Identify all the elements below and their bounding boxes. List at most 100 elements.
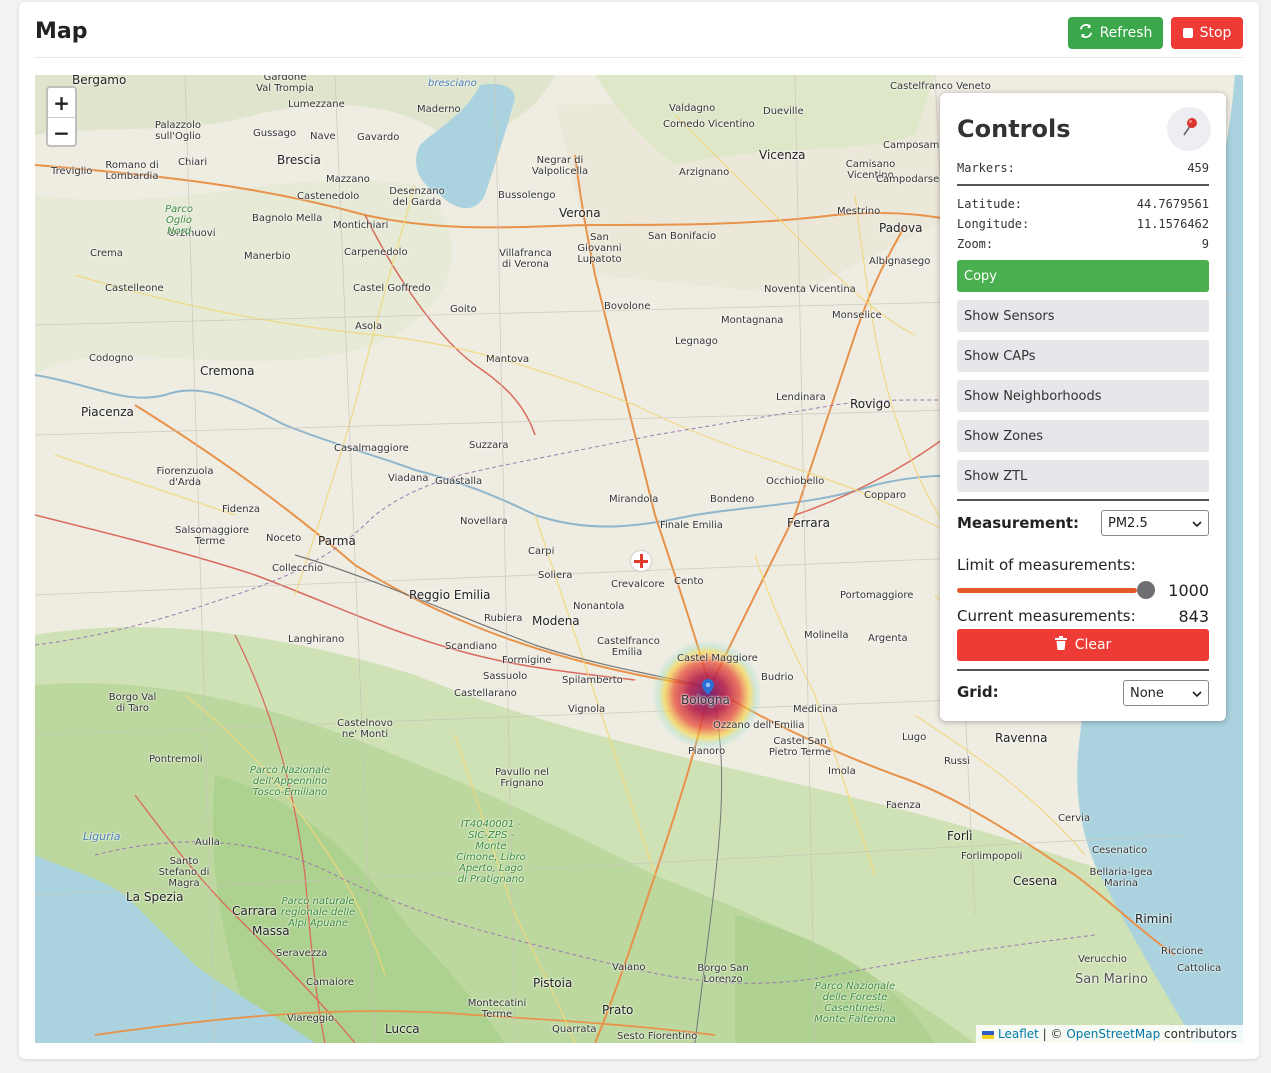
place-label: Faenza xyxy=(886,800,921,811)
place-label: Portomaggiore xyxy=(840,590,914,601)
place-label: Nonantola xyxy=(573,601,625,612)
zoom-value: 9 xyxy=(1201,237,1209,251)
place-label: Villafranca di Verona xyxy=(499,248,552,270)
place-label: Parco Oglio Nord xyxy=(165,204,193,237)
place-label: Bussolengo xyxy=(498,190,556,201)
place-label: Viadana xyxy=(388,473,429,484)
zoom-in-button[interactable]: + xyxy=(48,88,75,118)
place-label: Albignasego xyxy=(869,256,931,267)
refresh-button[interactable]: Refresh xyxy=(1068,17,1163,49)
show-caps-button[interactable]: Show CAPs xyxy=(957,340,1209,372)
measurement-label: Measurement: xyxy=(957,514,1080,532)
place-label: Ravenna xyxy=(995,731,1048,745)
place-label: Sassuolo xyxy=(483,671,528,682)
place-label: Bellaria-Igea Marina xyxy=(1089,867,1153,889)
show-sensors-button[interactable]: Show Sensors xyxy=(957,300,1209,332)
place-label: Borgo Val di Taro xyxy=(108,692,157,714)
measurement-select[interactable]: PM2.5 xyxy=(1101,510,1209,536)
stop-button[interactable]: Stop xyxy=(1171,17,1243,49)
place-label: Maderno xyxy=(417,104,461,115)
pin-button[interactable] xyxy=(1167,107,1211,151)
place-label: Bergamo xyxy=(72,75,127,87)
place-label: Montecatini Terme xyxy=(467,998,527,1020)
place-label: Mazzano xyxy=(326,174,370,185)
place-label: Treviglio xyxy=(51,166,93,177)
limit-value: 1000 xyxy=(1168,581,1209,600)
place-label: Parma xyxy=(318,534,356,548)
place-label: Castel San Pietro Terme xyxy=(768,736,832,758)
place-label: Borgo San Lorenzo xyxy=(697,963,749,985)
zoom-control: + − xyxy=(46,86,77,147)
place-label: Fiorenzuola d'Arda xyxy=(156,466,214,488)
place-label: Cattolica xyxy=(1177,963,1222,974)
place-label: Cremona xyxy=(200,364,255,378)
show-ztl-button[interactable]: Show ZTL xyxy=(957,460,1209,492)
zoom-out-button[interactable]: − xyxy=(48,118,75,147)
zoom-label: Zoom: xyxy=(957,237,994,251)
place-label: Dueville xyxy=(763,106,804,117)
limit-slider-thumb[interactable] xyxy=(1137,581,1155,599)
place-label: Parco Nazionale dell'Appennino Tosco-Emi… xyxy=(249,765,331,798)
place-label: Gardone Val Trompia xyxy=(256,75,314,94)
place-label: Montichiari xyxy=(333,220,389,231)
limit-slider-track[interactable] xyxy=(957,588,1137,593)
grid-select-value: None xyxy=(1130,685,1164,701)
place-label: Vaiano xyxy=(612,962,646,973)
place-label: Crevalcore xyxy=(611,579,665,590)
place-label: Parco Nazionale delle Foreste Casentines… xyxy=(814,981,896,1025)
place-label: Bovolone xyxy=(604,301,651,312)
latitude-value: 44.7679561 xyxy=(1136,197,1209,211)
place-label: Parco naturale regionale delle Alpi Apua… xyxy=(280,896,356,929)
page-title: Map xyxy=(35,19,88,44)
place-label: Casalmaggiore xyxy=(334,443,409,454)
location-marker[interactable] xyxy=(702,679,714,695)
place-label: Noventa Vicentina xyxy=(764,284,856,295)
current-measurements-value: 843 xyxy=(1178,607,1209,626)
place-label: IT4040001 - SIC-ZPS - Monte Cimone, Libr… xyxy=(456,819,526,885)
place-label: Novellara xyxy=(460,516,508,527)
markers-label: Markers: xyxy=(957,161,1015,175)
place-label: Lugo xyxy=(902,732,927,743)
place-label: Modena xyxy=(532,614,580,628)
show-zones-button[interactable]: Show Zones xyxy=(957,420,1209,452)
crosshair-marker[interactable] xyxy=(631,551,651,571)
place-label: Verona xyxy=(559,206,601,220)
place-label: Mirandola xyxy=(609,494,659,505)
place-label: Chiari xyxy=(178,157,208,168)
place-label: Rovigo xyxy=(850,397,891,411)
place-label: Lumezzane xyxy=(288,99,345,110)
place-label: Padova xyxy=(879,221,923,235)
clear-button[interactable]: Clear xyxy=(957,629,1209,661)
place-label: Asola xyxy=(355,321,383,332)
place-label: Seravezza xyxy=(276,948,328,959)
attribution-separator: | © xyxy=(1038,1027,1067,1041)
place-label: Ferrara xyxy=(787,516,830,530)
place-label: Forlì xyxy=(947,829,973,843)
refresh-icon xyxy=(1079,24,1093,42)
place-label: Noceto xyxy=(266,533,302,544)
place-label: Guastalla xyxy=(435,476,483,487)
place-label: Medicina xyxy=(793,704,838,715)
place-label: Forlimpopoli xyxy=(961,851,1023,862)
place-label: Russi xyxy=(944,756,971,767)
pushpin-icon xyxy=(1180,117,1198,141)
place-label: Castelfranco Emilia xyxy=(597,636,660,658)
place-label: Vignola xyxy=(568,704,606,715)
leaflet-link[interactable]: Leaflet xyxy=(998,1027,1039,1041)
longitude-value: 11.1576462 xyxy=(1136,217,1209,231)
place-label: Vicenza xyxy=(759,148,806,162)
copy-button[interactable]: Copy xyxy=(957,260,1209,292)
place-label: Castel Maggiore xyxy=(677,653,758,664)
place-label: Collecchio xyxy=(272,563,324,574)
place-label: Legnago xyxy=(675,336,718,347)
place-label: La Spezia xyxy=(126,890,184,904)
place-label: Viareggio xyxy=(287,1013,335,1024)
place-label: Occhiobello xyxy=(766,476,825,487)
place-label: Cornedo Vicentino xyxy=(663,119,755,130)
place-label: Rimini xyxy=(1135,912,1173,926)
openstreetmap-link[interactable]: OpenStreetMap xyxy=(1066,1027,1160,1041)
grid-select[interactable]: None xyxy=(1123,680,1209,706)
place-label: Imola xyxy=(828,766,856,777)
place-label: Molinella xyxy=(804,630,849,641)
show-neighborhoods-button[interactable]: Show Neighborhoods xyxy=(957,380,1209,412)
